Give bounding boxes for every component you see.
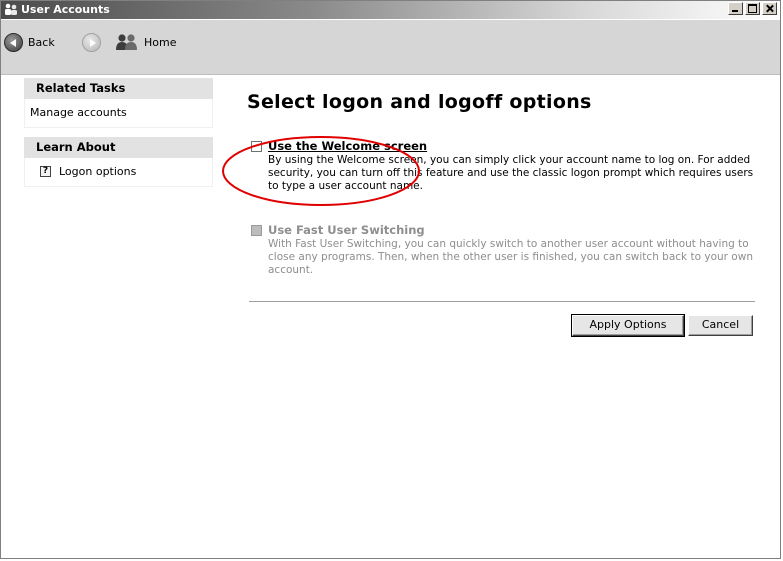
home-label: Home	[144, 35, 177, 49]
help-icon: ?	[40, 166, 51, 177]
apply-options-button[interactable]: Apply Options	[571, 314, 685, 337]
back-arrow-icon	[4, 33, 23, 52]
related-tasks-body: Manage accounts	[24, 99, 213, 128]
close-button[interactable]	[762, 2, 777, 15]
navigation-toolbar: Back Home	[1, 20, 780, 75]
title-bar[interactable]: User Accounts	[1, 1, 780, 19]
page-title: Select logon and logoff options	[247, 91, 592, 113]
home-button[interactable]: Home	[115, 33, 176, 51]
related-tasks-panel: Related Tasks Manage accounts	[24, 78, 213, 128]
cancel-button[interactable]: Cancel	[688, 315, 753, 336]
fast-user-switching-label: Use Fast User Switching	[268, 223, 425, 237]
divider	[249, 301, 755, 302]
logon-options-link[interactable]: ? Logon options	[30, 165, 212, 178]
learn-about-header: Learn About	[24, 137, 213, 158]
related-tasks-header: Related Tasks	[24, 78, 213, 99]
forward-button[interactable]	[82, 33, 101, 52]
welcome-screen-description: By using the Welcome screen, you can sim…	[268, 154, 754, 192]
welcome-screen-checkbox[interactable]	[251, 141, 262, 152]
learn-about-body: ? Logon options	[24, 158, 213, 187]
minimize-button[interactable]	[728, 2, 743, 15]
maximize-button[interactable]	[745, 2, 760, 15]
back-label: Back	[28, 36, 55, 49]
fast-user-switching-description: With Fast User Switching, you can quickl…	[268, 238, 753, 276]
home-users-icon	[116, 34, 137, 50]
sidebar: Related Tasks Manage accounts Learn Abou…	[24, 78, 213, 196]
forward-arrow-icon	[82, 33, 101, 52]
users-icon	[5, 3, 17, 15]
manage-accounts-link[interactable]: Manage accounts	[30, 106, 127, 119]
welcome-screen-label[interactable]: Use the Welcome screen	[268, 139, 427, 153]
user-accounts-window: User Accounts Back Home Related Tasks Ma…	[0, 0, 781, 559]
window-controls	[726, 2, 777, 15]
learn-about-panel: Learn About ? Logon options	[24, 137, 213, 187]
logon-options-label: Logon options	[59, 165, 137, 178]
main-content: Select logon and logoff options Use the …	[247, 91, 755, 337]
back-button[interactable]: Back	[4, 33, 55, 52]
window-title: User Accounts	[21, 3, 110, 16]
fast-user-switching-checkbox	[251, 225, 262, 236]
